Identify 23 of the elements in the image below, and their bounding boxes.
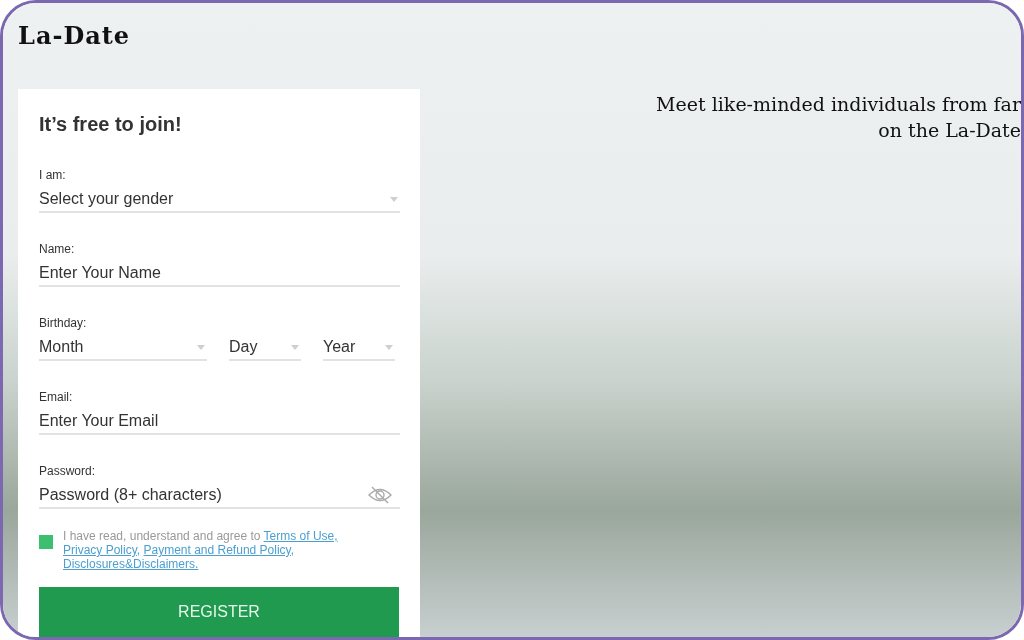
eye-slash-icon[interactable] — [368, 486, 392, 504]
gender-dropdown[interactable]: Select your gender — [39, 187, 400, 213]
date-dropdown[interactable]: Day — [229, 335, 301, 361]
caret-icon — [197, 344, 205, 350]
date-dropdown[interactable]: Month — [39, 335, 207, 361]
caret-icon — [390, 196, 398, 202]
agree-checkbox[interactable] — [39, 535, 53, 549]
field-label: Password: — [39, 463, 97, 479]
agreement-text: I have read, understand and agree to Terms of Use, Privacy Policy, Payment and Refund Policy, Disclosures&Disclaimers. — [63, 529, 339, 571]
field-label: I am: — [39, 167, 67, 183]
input-field[interactable]: Enter Your Email — [39, 412, 400, 430]
caret-icon — [385, 344, 393, 350]
field-label: Email: — [39, 389, 74, 405]
tagline-text: on the La-Date — [878, 119, 1021, 141]
caret-icon — [291, 344, 299, 350]
form-title: It’s free to join! — [39, 112, 183, 137]
logo[interactable]: La-Date — [18, 21, 131, 50]
input-field[interactable]: Enter Your Name — [39, 264, 400, 282]
password-field[interactable]: Password (8+ characters) — [39, 486, 368, 504]
field-label: Birthday: — [39, 315, 88, 331]
tagline-text: Meet like-minded individuals from far — [656, 93, 1021, 115]
date-dropdown[interactable]: Year — [323, 335, 395, 361]
field-label: Name: — [39, 241, 76, 257]
